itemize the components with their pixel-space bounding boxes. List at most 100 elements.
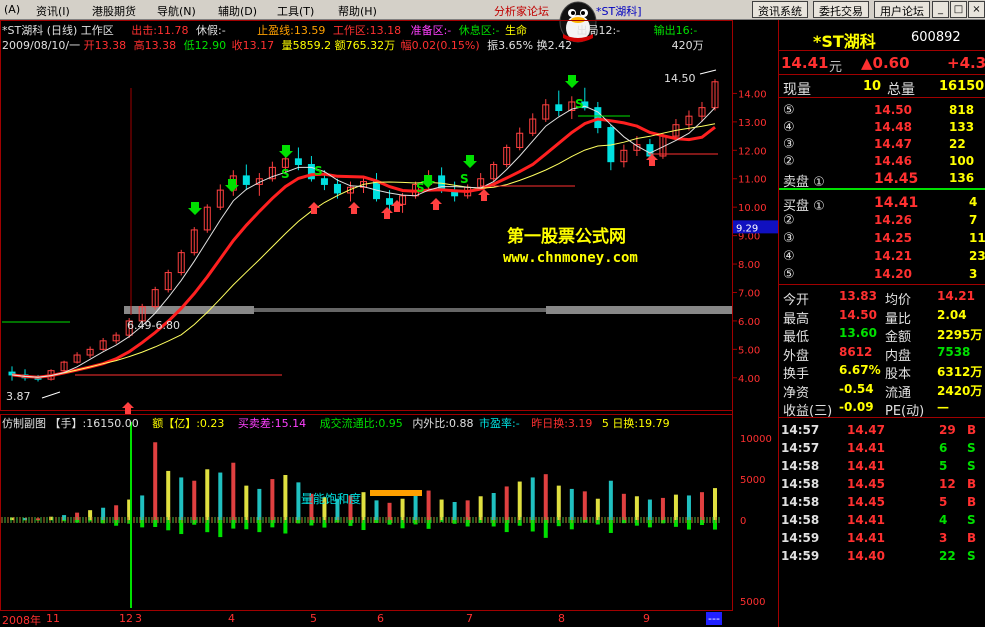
menu-item-info[interactable]: 资讯(I)	[36, 3, 70, 19]
ask-row: ④ 14.48 133	[779, 119, 985, 136]
volume-bar	[530, 477, 535, 520]
sub-buy-sell: 买卖差:15.14	[237, 417, 307, 430]
tick-price: 14.47	[847, 423, 885, 437]
tick-row: 14:59 14.41 3 B	[779, 530, 985, 547]
tick-price: 14.40	[847, 549, 885, 563]
tick-side: B	[967, 477, 977, 491]
x-tick: 7	[466, 612, 473, 625]
kline-svg: 14.0013.0012.0011.0010.009.008.007.006.0…	[0, 20, 778, 611]
tick-row: 14:59 14.40 22 S	[779, 548, 985, 565]
tick-volume: 12	[939, 477, 956, 491]
x-tick-current[interactable]: ---	[706, 612, 722, 625]
bid-price: 14.26	[874, 213, 912, 227]
x-tick: 2008年	[2, 614, 41, 627]
stop-line-value: 止盈线:13.59	[257, 24, 326, 37]
bid-level: ④	[783, 249, 795, 264]
menu-item-hk-futures[interactable]: 港股期货	[92, 3, 136, 19]
volume-neg-bar	[179, 520, 184, 535]
volume-neg-bar	[257, 520, 262, 533]
menu-bar: (A) 资讯(I) 港股期货 导航(N) 辅助(D) 工具(T) 帮助(H) 分…	[0, 0, 985, 20]
x-tick: 4	[228, 612, 235, 625]
x-tick: 3	[135, 612, 142, 625]
volume-bar	[647, 499, 652, 520]
quote-change: ▲0.60	[861, 54, 910, 72]
out16-value: 输出16:-	[653, 24, 698, 37]
forum-button[interactable]: 用户论坛	[874, 1, 930, 18]
stat-value: 14.21	[937, 289, 975, 303]
ask-price: 14.46	[874, 154, 912, 168]
stat-row: 净资 -0.54 流通 2420万	[779, 381, 985, 401]
sub-hand: 【手】:16150.00	[49, 417, 139, 430]
sub-turnover-ratio: 成交流通比:0.95	[319, 417, 403, 430]
sub-in-out: 内外比:0.88	[412, 417, 474, 430]
menu-item-nav[interactable]: 导航(N)	[157, 3, 196, 19]
tick-price: 14.41	[847, 441, 885, 455]
trough-arrow-icon	[41, 391, 61, 399]
volume-bar	[192, 480, 197, 520]
info-system-button[interactable]: 资讯系统	[752, 1, 808, 18]
trade-button[interactable]: 委托交易	[813, 1, 869, 18]
ask-level: ⑤	[783, 103, 795, 118]
candle-body	[294, 158, 302, 166]
y-tick-label: 10.00	[738, 203, 767, 214]
stat-label: 净资	[783, 385, 810, 401]
menu-item-help[interactable]: 帮助(H)	[338, 3, 377, 19]
tick-row: 14:57 14.41 6 S	[779, 440, 985, 457]
maximize-icon[interactable]: □	[950, 1, 967, 18]
y-tick-label: 8.00	[738, 260, 760, 271]
menu-item-aux[interactable]: 辅助(D)	[218, 3, 257, 19]
x-tick: 12	[119, 612, 133, 625]
ask-level: ②	[783, 154, 795, 169]
sub-yesterday: 昨日换:3.19	[531, 417, 593, 430]
volume-bar	[517, 481, 522, 520]
stat-label: 流通	[885, 385, 912, 401]
stat-row: 外盘 8612 内盘 7538	[779, 344, 985, 364]
quote-unit: 元	[829, 60, 843, 75]
bar-turnover: 换2.42	[536, 39, 573, 52]
bar-amount: 额765.32万	[334, 39, 396, 52]
volume-bar	[582, 491, 587, 520]
work-zone-value: 工作区:13.18	[332, 24, 402, 37]
volume-bar	[283, 475, 288, 520]
bid-row: ④ 14.21 23	[779, 248, 985, 265]
stat-row: 最低 13.60 金额 2295万	[779, 325, 985, 345]
x-tick: 8	[558, 612, 565, 625]
watermark-site: 第一股票公式网	[507, 227, 626, 247]
volume-bar	[673, 494, 678, 520]
bar-amplitude: 振3.65%	[487, 39, 534, 52]
volume-bar	[231, 462, 236, 520]
sell-arrow-icon	[225, 179, 239, 192]
promo-link[interactable]: 分析家论坛	[494, 3, 549, 19]
volume-bar	[400, 498, 405, 520]
volume-neg-bar	[387, 520, 392, 525]
menu-item-a[interactable]: (A)	[4, 3, 20, 16]
bid-level: ③	[783, 231, 795, 246]
now-volume-label: 现量	[783, 82, 811, 98]
now-volume-value: 10	[863, 79, 882, 94]
x-tick: 6	[377, 612, 384, 625]
candle-body	[333, 183, 341, 194]
sell-arrow-icon	[279, 145, 293, 158]
volume-neg-bar	[582, 520, 587, 523]
tick-price: 14.41	[847, 531, 885, 545]
y-tick-label: 11.00	[738, 175, 767, 186]
volume-neg-bar	[543, 520, 548, 538]
total-volume-label: 总量	[887, 82, 915, 98]
watermark-url: www.chnmoney.com	[503, 250, 638, 266]
kline-chart-area[interactable]: 14.00 13.00 12.00 11.00 10.00 9.00 8.00 7.00 6.0…	[0, 20, 778, 627]
stat-value: 2420万	[937, 383, 983, 398]
tick-volume: 3	[939, 531, 948, 545]
close-icon[interactable]: ×	[968, 1, 985, 18]
candle-body	[386, 198, 394, 205]
ask-price: 14.48	[874, 120, 912, 134]
menu-item-tools[interactable]: 工具(T)	[277, 3, 314, 19]
bid-volume: 7	[969, 213, 978, 227]
y-tick-label: 6.00	[738, 317, 760, 328]
minimize-icon[interactable]: _	[932, 1, 949, 18]
volume-bar	[387, 502, 392, 520]
tick-side: S	[967, 549, 976, 563]
bid-row: 买盘 ① 14.41 4	[779, 194, 985, 214]
quote-price: 14.41	[781, 54, 829, 72]
volume-bar	[491, 493, 496, 520]
ask-price: 14.47	[874, 137, 912, 151]
